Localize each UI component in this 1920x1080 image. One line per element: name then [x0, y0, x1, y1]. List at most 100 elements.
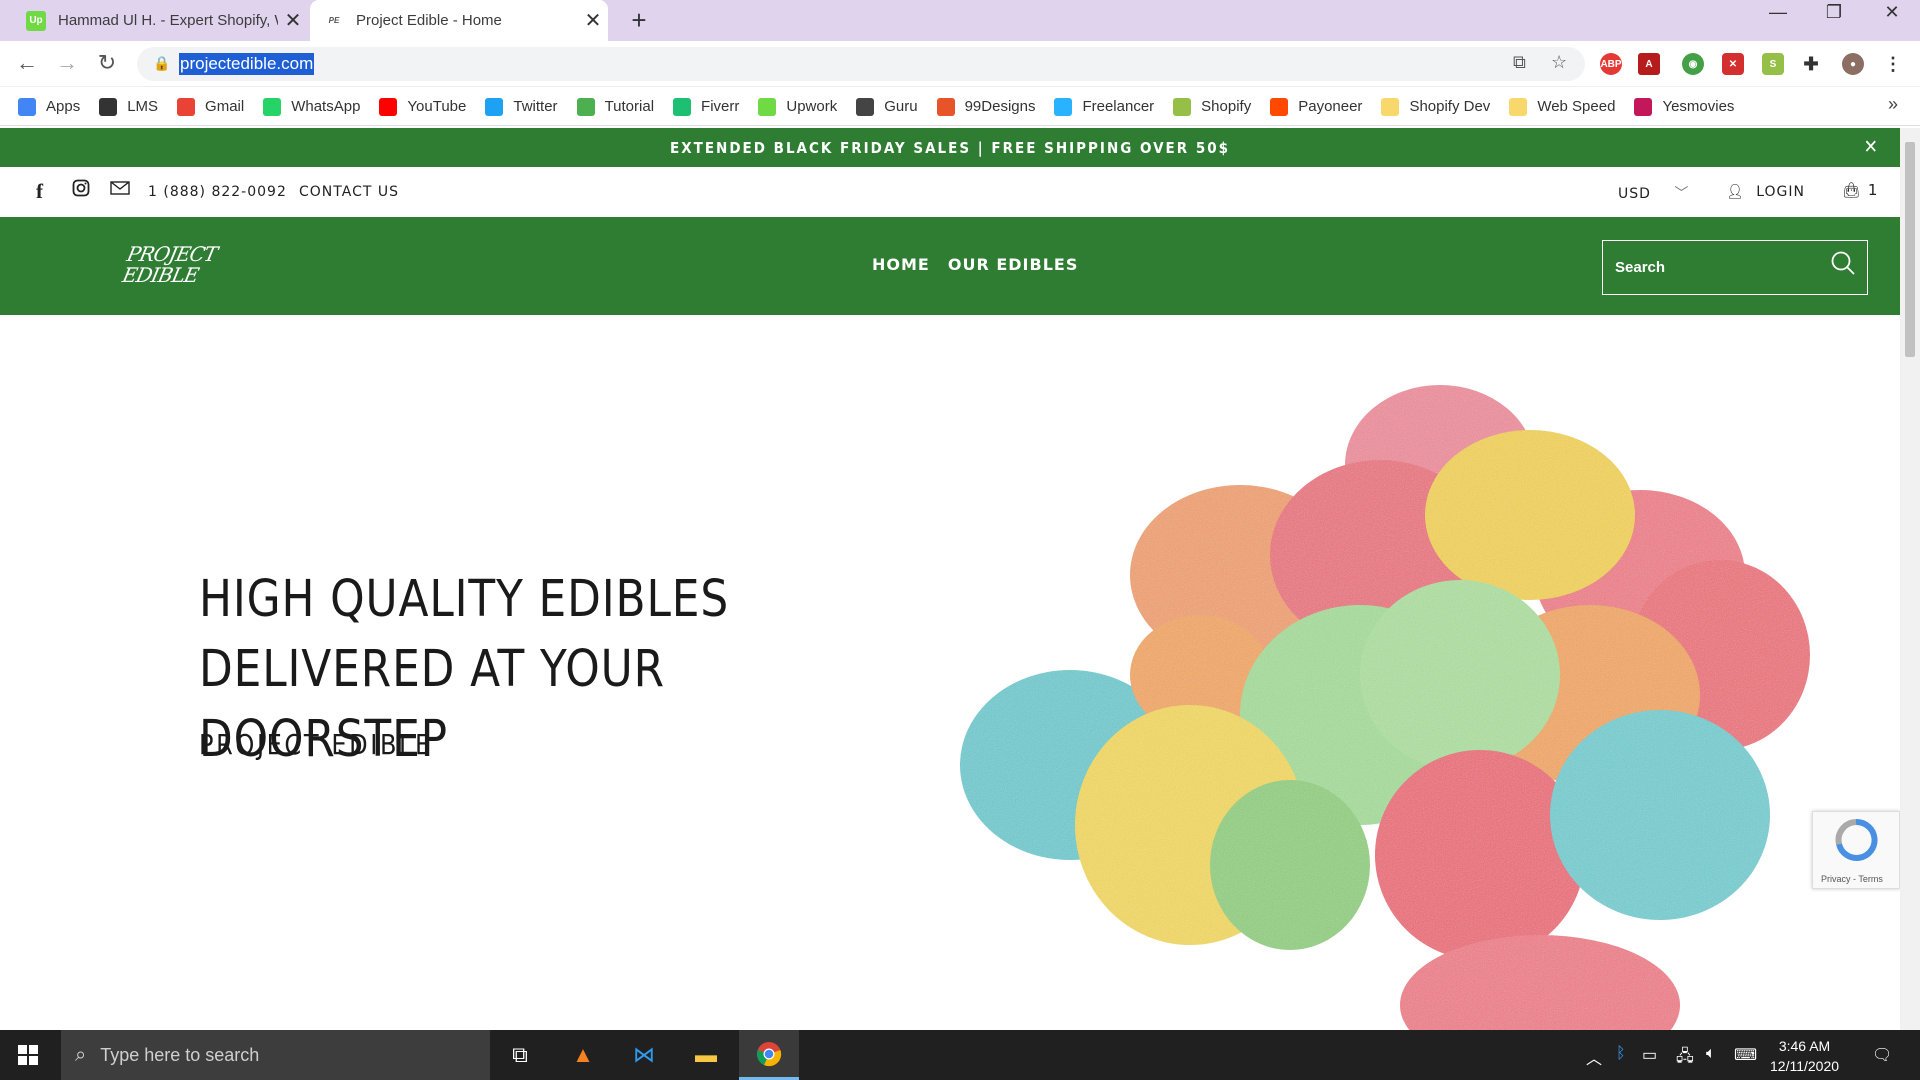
cast-icon[interactable]: ⧉ [1513, 52, 1526, 73]
close-window-button[interactable]: ✕ [1872, 2, 1912, 23]
shield-extension-icon[interactable]: ✕ [1722, 53, 1744, 75]
currency-value: USD [1618, 186, 1651, 202]
keyboard-icon[interactable]: ⌨ [1734, 1045, 1757, 1065]
nav-our-edibles[interactable]: OUR EDIBLES [948, 255, 1079, 274]
bookmark-guru[interactable]: Guru [856, 97, 918, 116]
bookmark-label: Freelancer [1082, 98, 1155, 115]
start-button[interactable] [0, 1030, 56, 1080]
folder-icon [1381, 97, 1400, 116]
bookmark-yesmovies[interactable]: Yesmovies [1634, 97, 1735, 116]
file-explorer-icon[interactable]: ▬ [676, 1030, 736, 1080]
bookmark-label: Web Speed [1537, 98, 1616, 115]
bookmark-web-speed[interactable]: Web Speed [1509, 97, 1616, 116]
phone-number[interactable]: 1 (888) 822-0092 [148, 184, 287, 200]
notifications-icon[interactable]: 🗨︎ [1872, 1045, 1892, 1065]
volume-icon[interactable]: 🔈︎ [1706, 1045, 1716, 1063]
vlc-icon[interactable]: ▲ [553, 1030, 613, 1080]
bookmark-shopify-dev[interactable]: Shopify Dev [1381, 97, 1491, 116]
bookmark-label: YouTube [407, 98, 467, 115]
chrome-icon[interactable] [739, 1030, 799, 1080]
vscode-icon[interactable]: ⋈ [614, 1030, 674, 1080]
address-bar[interactable]: 🔒 projectedible.com ⧉ ☆ [137, 47, 1585, 81]
globe-icon [99, 97, 118, 116]
close-tab-icon[interactable]: ✕ [578, 8, 608, 33]
bookmark-whatsapp[interactable]: WhatsApp [263, 97, 360, 116]
browser-menu-icon[interactable]: ⋮ [1882, 53, 1904, 75]
back-icon[interactable]: ← [12, 50, 42, 76]
page-scrollbar[interactable] [1900, 128, 1920, 1030]
folder-icon [1509, 97, 1528, 116]
bookmark-label: Yesmovies [1662, 98, 1735, 115]
twitter-icon [485, 97, 504, 116]
bookmark-label: LMS [127, 98, 159, 115]
system-clock[interactable]: 3:46 AM 12/11/2020 [1770, 1036, 1839, 1076]
url-text[interactable]: projectedible.com [179, 53, 315, 75]
close-icon[interactable]: ✕ [1864, 136, 1880, 158]
bookmark-youtube[interactable]: YouTube [379, 97, 467, 116]
recaptcha-terms[interactable]: Privacy - Terms [1821, 874, 1883, 884]
forward-icon[interactable]: → [52, 50, 82, 76]
task-view-icon[interactable]: ⧉ [490, 1030, 550, 1080]
top-utility-bar: f 1 (888) 822-0092 CONTACT US USD ﹀ 👤︎ L… [0, 167, 1900, 217]
bookmark-tutorial[interactable]: Tutorial [576, 97, 654, 116]
taskbar-search[interactable]: ⌕ Type here to search [61, 1030, 490, 1080]
bookmark-shopify[interactable]: Shopify [1173, 97, 1251, 116]
recaptcha-badge[interactable]: Privacy - Terms [1812, 811, 1900, 889]
hero-subtitle: PROJECT EDIBLE [199, 728, 433, 761]
acrobat-icon[interactable]: A [1638, 53, 1660, 75]
search-icon[interactable] [1829, 249, 1857, 284]
bookmark-gmail[interactable]: Gmail [177, 97, 244, 116]
taskbar-search-placeholder: Type here to search [100, 1044, 260, 1065]
more-bookmarks-icon[interactable]: » [1888, 94, 1898, 115]
nav-home[interactable]: HOME [872, 255, 930, 274]
search-input[interactable]: Search [1615, 259, 1665, 276]
extension-globe-icon[interactable]: ◉ [1682, 53, 1704, 75]
browser-tab-project-edible[interactable]: PE Project Edible - Home ✕ [310, 0, 608, 41]
close-tab-icon[interactable]: ✕ [278, 8, 308, 33]
bookmark-label: Upwork [786, 98, 838, 115]
bookmark-99designs[interactable]: 99Designs [936, 97, 1035, 116]
freelancer-icon [1054, 97, 1073, 116]
new-tab-button[interactable]: + [624, 5, 654, 36]
bookmark-label: Twitter [513, 98, 558, 115]
profile-avatar[interactable]: ● [1842, 53, 1864, 75]
bookmark-lms[interactable]: LMS [99, 97, 159, 116]
cart-link[interactable]: 👜︎ 1 [1842, 181, 1878, 199]
bluetooth-icon[interactable]: ᛒ [1616, 1045, 1626, 1063]
scrollbar-thumb[interactable] [1905, 142, 1915, 357]
instagram-icon[interactable] [72, 179, 90, 202]
battery-icon[interactable]: ▭ [1642, 1045, 1657, 1065]
contact-us-link[interactable]: CONTACT US [299, 184, 399, 200]
bookmark-twitter[interactable]: Twitter [485, 97, 558, 116]
bookmark-freelancer[interactable]: Freelancer [1054, 97, 1155, 116]
currency-selector[interactable]: USD ﹀ [1618, 183, 1689, 203]
network-icon[interactable]: 🖧︎ [1676, 1045, 1694, 1072]
shopify-extension-icon[interactable]: S [1762, 53, 1784, 75]
bookmark-upwork[interactable]: Upwork [758, 97, 838, 116]
yesmovies-icon [1634, 97, 1653, 116]
facebook-icon[interactable]: f [36, 179, 44, 204]
search-box[interactable]: Search [1602, 240, 1868, 295]
bookmark-payoneer[interactable]: Payoneer [1270, 97, 1363, 116]
tutorial-icon [576, 97, 595, 116]
login-link[interactable]: 👤︎ LOGIN [1726, 184, 1805, 200]
bookmark-label: Shopify Dev [1409, 98, 1491, 115]
adblock-icon[interactable]: ABP [1600, 53, 1622, 75]
bookmark-label: Payoneer [1298, 98, 1363, 115]
windows-icon [18, 1045, 38, 1065]
bookmark-apps[interactable]: Apps [18, 97, 81, 116]
logo-line-1: PROJECT [124, 242, 220, 266]
bookmark-star-icon[interactable]: ☆ [1551, 52, 1567, 73]
browser-tab-upwork[interactable]: Up Hammad Ul H. - Expert Shopify, W ✕ [12, 0, 308, 41]
reload-icon[interactable]: ↻ [92, 50, 122, 76]
fiverr-icon [673, 97, 692, 116]
email-icon[interactable] [110, 179, 130, 201]
youtube-icon [379, 97, 398, 116]
restore-button[interactable]: ❐ [1814, 2, 1854, 23]
bookmark-label: Apps [46, 98, 81, 115]
minimize-button[interactable]: — [1758, 2, 1798, 23]
bookmark-fiverr[interactable]: Fiverr [673, 97, 739, 116]
extensions-puzzle-icon[interactable]: ✚ [1800, 53, 1822, 75]
tray-chevron-up-icon[interactable]: ︿ [1586, 1045, 1602, 1069]
site-logo[interactable]: PROJECT EDIBLE [120, 242, 220, 287]
